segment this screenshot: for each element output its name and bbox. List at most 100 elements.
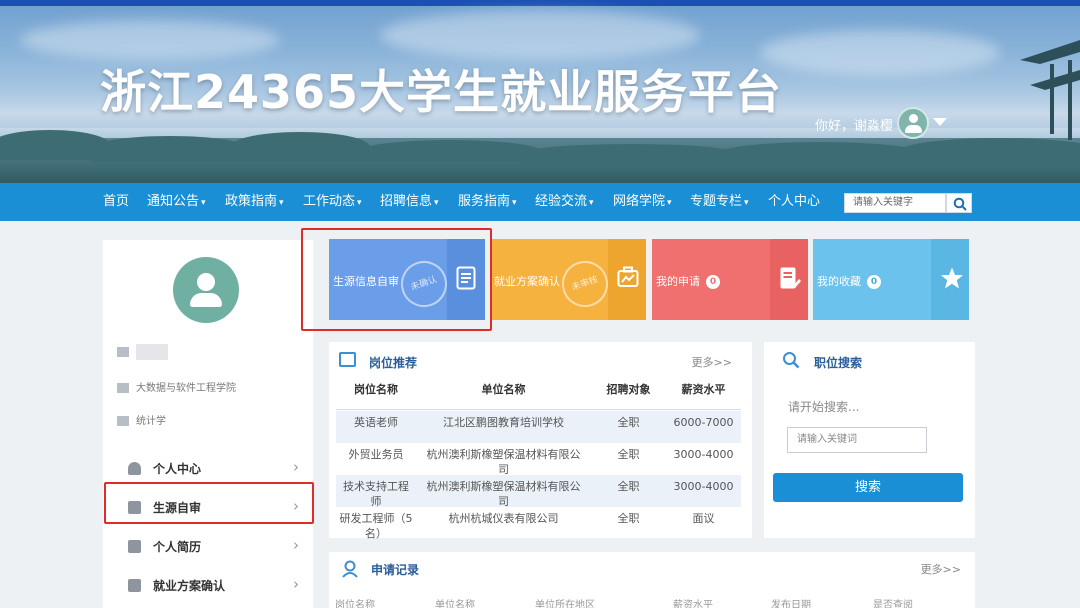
column-header: 薪资水平	[673, 596, 713, 608]
tree-decoration	[520, 144, 740, 164]
job-target: 全职	[591, 479, 666, 494]
nav-item-experience[interactable]: 经验交流▾	[535, 183, 594, 221]
more-link[interactable]: 更多>>	[692, 354, 732, 370]
company-name[interactable]: 江北区鹏图教育培训学校	[416, 415, 591, 430]
menu-item-label: 生源自审	[153, 499, 201, 516]
table-row[interactable]: 研发工程师（5 名） 杭州杭城仪表有限公司 全职 面议	[336, 507, 741, 539]
job-salary: 3000-4000	[666, 479, 741, 494]
column-header: 发布日期	[771, 596, 811, 608]
job-search-input[interactable]: 请输入关键词	[787, 427, 927, 453]
menu-item-source-review[interactable]: 生源自审 ›	[103, 488, 313, 526]
document-icon	[456, 266, 476, 290]
chevron-right-icon: ›	[293, 497, 299, 515]
application-records-panel: 申请记录 更多>> 岗位名称 单位名称 单位所在地区 薪资水平 发布日期 是否查…	[329, 552, 975, 608]
menu-item-label: 就业方案确认	[153, 577, 225, 594]
chevron-down-icon: ▾	[667, 198, 672, 208]
menu-item-resume[interactable]: 个人简历 ›	[103, 527, 313, 565]
job-target: 全职	[591, 511, 666, 526]
card-label: 生源信息自审	[333, 273, 399, 289]
pavilion-decoration	[1010, 30, 1080, 150]
edit-document-icon	[779, 266, 801, 290]
profile-college-row: 大数据与软件工程学院	[117, 379, 236, 394]
nav-search-input[interactable]: 请输入关键字	[844, 193, 946, 213]
magnifier-icon	[782, 351, 800, 369]
company-name[interactable]: 杭州澳利斯橡塑保温材料有限公	[416, 479, 591, 494]
panel-title: 岗位推荐	[369, 354, 417, 371]
job-name[interactable]: 名）	[336, 526, 416, 541]
header-banner: 浙江24365大学生就业服务平台 你好，谢淼樱	[0, 0, 1080, 183]
table-row[interactable]: 技术支持工程 师 杭州澳利斯橡塑保温材料有限公 司 全职 3000-4000	[336, 475, 741, 507]
panel-title: 申请记录	[371, 561, 419, 578]
menu-item-personal-center[interactable]: 个人中心 ›	[103, 449, 313, 487]
chevron-right-icon: ›	[293, 536, 299, 554]
id-card-icon	[128, 579, 141, 592]
card-icon-area	[931, 239, 969, 320]
job-search-panel: 职位搜索 请开始搜索... 请输入关键词 搜索	[764, 342, 975, 538]
menu-item-label: 个人简历	[153, 538, 201, 555]
more-link[interactable]: 更多>>	[921, 561, 961, 577]
chevron-right-icon: ›	[293, 458, 299, 476]
company-name[interactable]: 杭州澳利斯橡塑保温材料有限公	[416, 447, 591, 462]
profile-name-row	[117, 344, 168, 360]
nav-item-work-news[interactable]: 工作动态▾	[303, 183, 362, 221]
nav-item-service-guide[interactable]: 服务指南▾	[458, 183, 517, 221]
nav-item-recruitment[interactable]: 招聘信息▾	[380, 183, 439, 221]
nav-item-policy[interactable]: 政策指南▾	[225, 183, 284, 221]
menu-item-employment-plan[interactable]: 就业方案确认 ›	[103, 566, 313, 604]
card-icon-area	[447, 239, 485, 320]
chevron-down-icon: ▾	[357, 198, 362, 208]
profile-panel: 大数据与软件工程学院 统计学 个人中心 › 生源自审 › 个人简历 › 就业方案…	[103, 240, 313, 608]
job-name[interactable]: 技术支持工程	[336, 479, 416, 494]
card-employment-plan-confirm[interactable]: 就业方案确认 未审核	[490, 239, 646, 320]
tree-decoration	[90, 136, 250, 162]
nav-item-online-academy[interactable]: 网络学院▾	[613, 183, 672, 221]
column-header: 岗位名称	[336, 382, 416, 397]
card-label-text: 我的申请	[656, 275, 700, 288]
id-card-icon	[128, 501, 141, 514]
nav-item-personal-center[interactable]: 个人中心	[768, 183, 820, 221]
chevron-right-icon: ›	[293, 575, 299, 593]
tree-decoration	[720, 142, 920, 164]
column-header: 岗位名称	[335, 596, 375, 608]
nav-item-notices[interactable]: 通知公告▾	[147, 183, 206, 221]
job-name[interactable]: 外贸业务员	[336, 447, 416, 462]
job-target: 全职	[591, 415, 666, 430]
column-header: 单位所在地区	[535, 596, 595, 608]
monitor-icon	[339, 352, 356, 367]
user-avatar-icon[interactable]	[897, 107, 929, 139]
job-name[interactable]: 英语老师	[336, 415, 416, 430]
job-search-button[interactable]: 搜索	[773, 473, 963, 502]
job-recommend-panel: 岗位推荐 更多>> 岗位名称 单位名称 招聘对象 薪资水平 英语老师 江北区鹏图…	[329, 342, 752, 538]
company-name[interactable]: 杭州杭城仪表有限公司	[416, 511, 591, 526]
chevron-down-icon: ▾	[512, 198, 517, 208]
table-row[interactable]: 外贸业务员 杭州澳利斯橡塑保温材料有限公 司 全职 3000-4000	[336, 443, 741, 475]
card-label: 我的申请0	[656, 273, 720, 289]
card-my-favorites[interactable]: 我的收藏0	[813, 239, 969, 320]
tree-decoration	[230, 132, 370, 162]
card-source-info-review[interactable]: 生源信息自审 未确认	[329, 239, 485, 320]
cloud-decoration	[760, 30, 1000, 75]
nav-item-home[interactable]: 首页	[103, 183, 129, 221]
job-name[interactable]: 研发工程师（5	[336, 511, 416, 526]
table-header: 岗位名称 单位名称 招聘对象 薪资水平	[336, 380, 741, 410]
chevron-down-icon: ▾	[201, 198, 206, 208]
card-icon-area	[608, 239, 646, 320]
user-menu-caret-icon[interactable]	[933, 118, 947, 126]
table-row[interactable]: 英语老师 江北区鹏图教育培训学校 全职 6000-7000	[336, 411, 741, 443]
card-my-applications[interactable]: 我的申请0	[652, 239, 808, 320]
nav-item-special-topics[interactable]: 专题专栏▾	[690, 183, 749, 221]
document-icon	[128, 540, 141, 553]
profile-major-row: 统计学	[117, 412, 166, 427]
user-greeting: 你好，谢淼樱	[815, 115, 893, 134]
star-icon	[940, 266, 964, 290]
card-icon-area	[770, 239, 808, 320]
status-stamp: 未确认	[395, 255, 453, 313]
column-header: 是否查阅	[873, 596, 913, 608]
nav-search-button[interactable]	[946, 193, 972, 213]
profile-college: 大数据与软件工程学院	[136, 383, 236, 394]
chevron-down-icon: ▾	[434, 198, 439, 208]
job-salary: 3000-4000	[666, 447, 741, 462]
column-header: 单位名称	[435, 596, 475, 608]
column-header: 招聘对象	[591, 382, 666, 397]
profile-avatar-icon	[173, 257, 239, 323]
